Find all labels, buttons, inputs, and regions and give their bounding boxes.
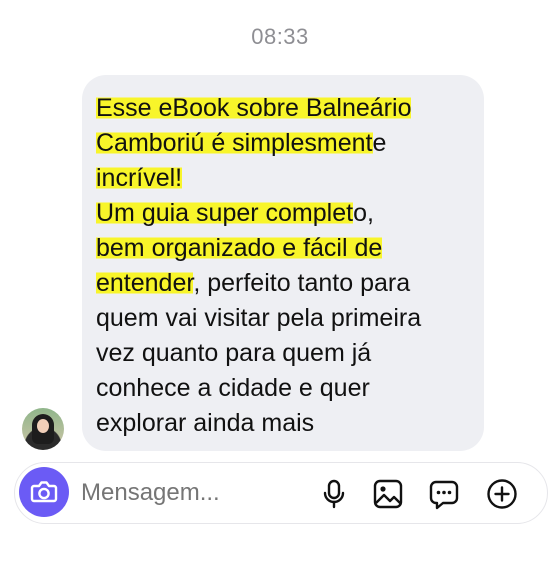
highlighted-text: Esse eBook sobre Balneário bbox=[96, 94, 412, 122]
message-text-segment: explorar ainda mais bbox=[96, 409, 315, 437]
message-composer bbox=[14, 462, 548, 524]
message-input[interactable] bbox=[75, 471, 327, 515]
message-line: entender, perfeito tanto para bbox=[96, 266, 470, 301]
add-button[interactable] bbox=[485, 477, 519, 511]
message-timestamp: 08:33 bbox=[251, 24, 309, 49]
message-line: Esse eBook sobre Balneário bbox=[96, 91, 470, 126]
sticker-chat-icon bbox=[429, 480, 459, 510]
message-text: Esse eBook sobre Balneário Camboriú é sim… bbox=[96, 91, 470, 441]
message-text-segment: conhece a cidade e quer bbox=[96, 374, 370, 402]
message-line: vez quanto para quem já bbox=[96, 336, 470, 371]
plus-icon bbox=[487, 479, 517, 509]
camera-icon bbox=[30, 481, 58, 503]
message-text-segment: , perfeito tanto para bbox=[193, 269, 411, 297]
highlighted-text: bem organizado e fácil de bbox=[96, 234, 383, 262]
message-line: incrível! bbox=[96, 161, 470, 196]
highlighted-text: Um guia super complet bbox=[96, 199, 354, 227]
message-line: explorar ainda mais bbox=[96, 406, 470, 441]
message-text-segment: quem vai visitar pela primeira bbox=[96, 304, 422, 332]
sticker-button[interactable] bbox=[427, 477, 461, 511]
message-line: quem vai visitar pela primeira bbox=[96, 301, 470, 336]
gallery-button[interactable] bbox=[371, 477, 405, 511]
sender-avatar[interactable] bbox=[22, 408, 64, 450]
microphone-icon bbox=[323, 479, 345, 509]
message-bubble[interactable]: Esse eBook sobre Balneário Camboriú é sim… bbox=[82, 75, 484, 451]
chat-screen: 08:33 Esse eBook sobre Balneário Camboriú… bbox=[0, 0, 560, 584]
highlighted-text: entender bbox=[96, 269, 194, 297]
message-line: Um guia super completo, bbox=[96, 196, 470, 231]
camera-button[interactable] bbox=[19, 467, 69, 517]
highlighted-text: incrível! bbox=[96, 164, 183, 192]
highlighted-text: Camboriú é simplesment bbox=[96, 129, 373, 157]
image-icon bbox=[373, 479, 403, 509]
message-line: bem organizado e fácil de bbox=[96, 231, 470, 266]
message-text-segment: e bbox=[372, 129, 387, 157]
message-line: Camboriú é simplesmente bbox=[96, 126, 470, 161]
message-text-segment: vez quanto para quem já bbox=[96, 339, 372, 367]
message-line: conhece a cidade e quer bbox=[96, 371, 470, 406]
microphone-button[interactable] bbox=[317, 477, 351, 511]
message-text-segment: o, bbox=[353, 199, 374, 227]
